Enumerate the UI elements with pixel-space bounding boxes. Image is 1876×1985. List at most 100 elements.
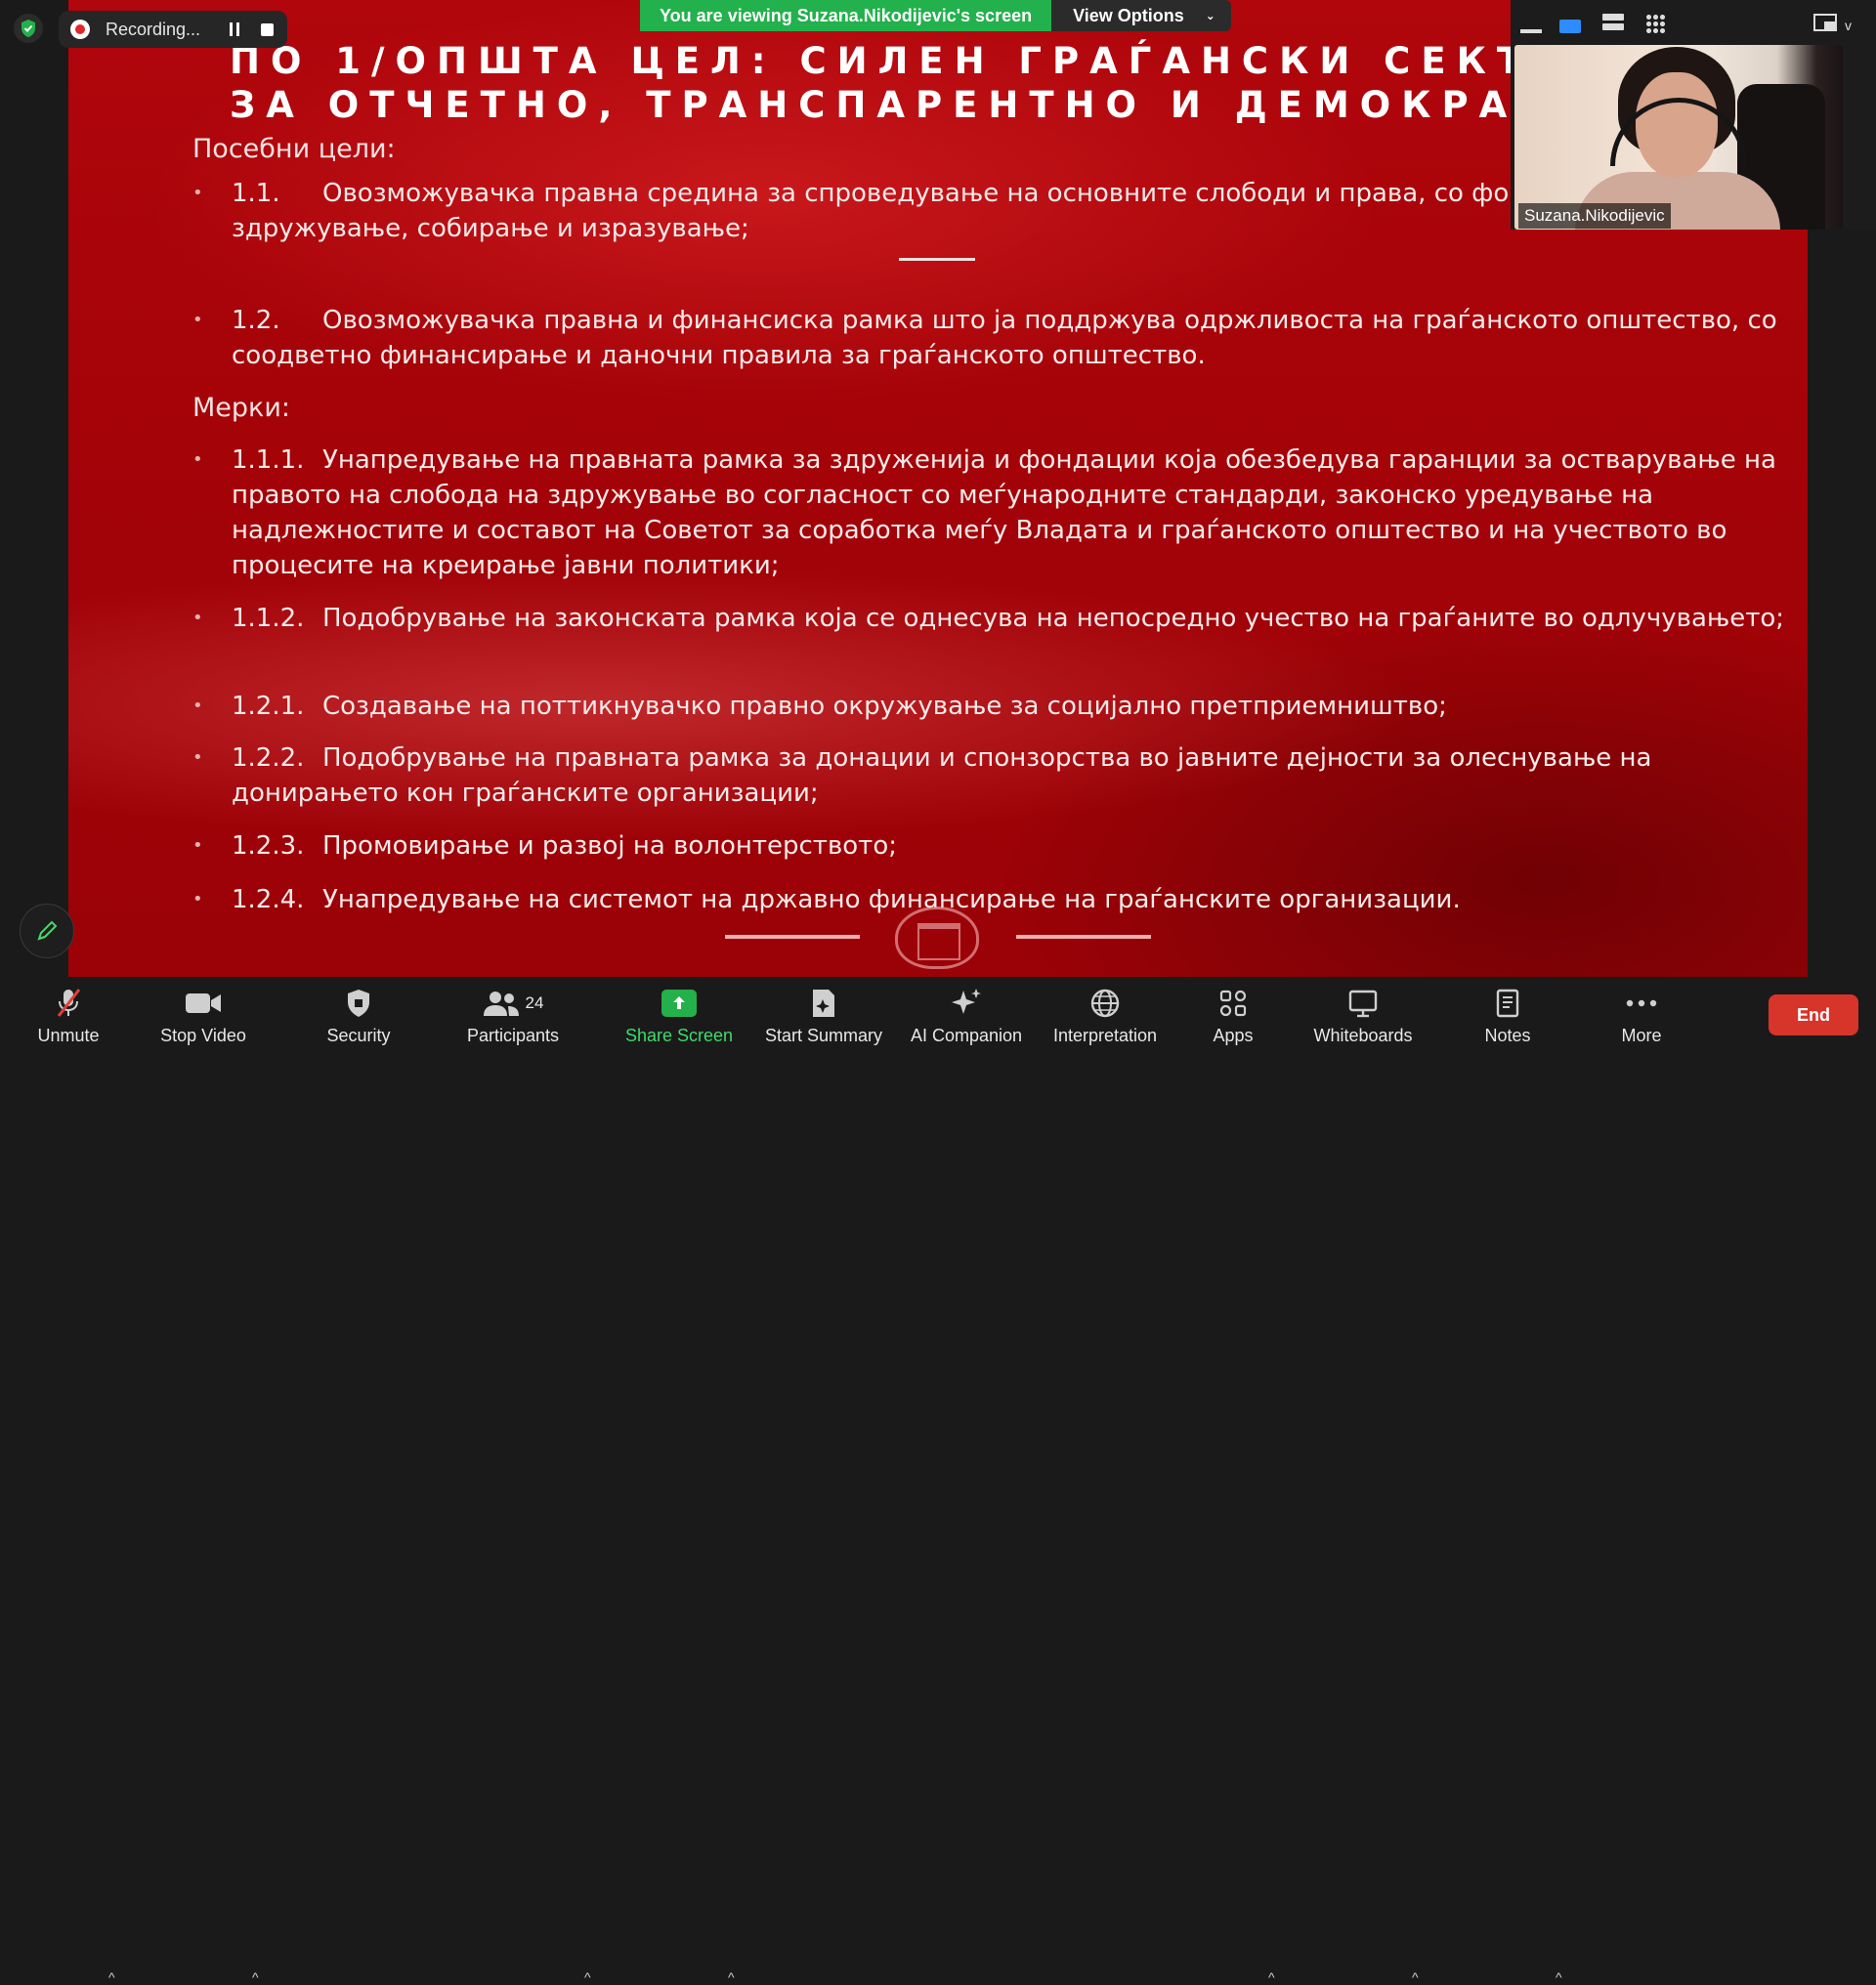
bullet-icon: • xyxy=(192,835,203,856)
measure-item: • 1.1.2. Подобрување на законската рамка… xyxy=(192,601,1795,636)
measure-item: • 1.2.3. Промовирање и развој на волонте… xyxy=(192,828,1795,864)
measure-number: 1.2.2. xyxy=(232,743,305,773)
share-screen-icon xyxy=(661,987,697,1020)
bullet-icon: • xyxy=(192,747,203,768)
goal-number: 1.2. xyxy=(232,306,280,335)
measure-number: 1.1.2. xyxy=(232,604,305,633)
apps-icon xyxy=(1218,987,1248,1020)
footer-divider-left xyxy=(725,935,860,939)
start-summary-button[interactable]: Start Summary xyxy=(760,977,887,1055)
video-panel-toolbar: v xyxy=(1511,0,1876,45)
security-button[interactable]: Security xyxy=(310,977,407,1055)
measure-text: Подобрување на законската рамка која се … xyxy=(322,604,1785,633)
unmute-label: Unmute xyxy=(37,1026,100,1045)
view-options-button[interactable]: View Options ⌄ xyxy=(1051,0,1231,31)
apps-label: Apps xyxy=(1213,1026,1254,1045)
participants-icon: 24 xyxy=(479,987,547,1020)
interpretation-button[interactable]: Interpretation xyxy=(1042,977,1169,1055)
stop-video-button[interactable]: Stop Video xyxy=(154,977,252,1055)
sparkle-icon xyxy=(950,987,983,1020)
bullet-icon: • xyxy=(192,696,203,716)
notes-icon xyxy=(1494,987,1521,1020)
microphone-muted-icon xyxy=(54,987,83,1020)
end-meeting-button[interactable]: End xyxy=(1769,994,1858,1035)
unmute-button[interactable]: Unmute xyxy=(20,977,117,1055)
participants-label: Participants xyxy=(466,1026,560,1045)
participant-name-tag: Suzana.Nikodijevic xyxy=(1518,203,1671,229)
share-screen-button[interactable]: Share Screen xyxy=(625,977,733,1055)
view-options-label: View Options xyxy=(1073,6,1184,25)
more-dots-icon xyxy=(1625,987,1658,1020)
globe-icon xyxy=(1089,987,1121,1020)
measure-item: • 1.1.1. Унапредување на правната рамка … xyxy=(192,443,1795,583)
notes-button[interactable]: Notes xyxy=(1459,977,1556,1055)
measure-text: Промовирање и развој на волонтерството; xyxy=(322,831,897,861)
apps-button[interactable]: Apps xyxy=(1184,977,1282,1055)
pause-recording-icon[interactable] xyxy=(230,22,240,36)
measure-item: • 1.2.4. Унапредување на системот на држ… xyxy=(192,882,1795,917)
footer-divider-right xyxy=(1016,935,1151,939)
bullet-icon: • xyxy=(192,310,203,330)
notes-options-caret-icon[interactable]: ^ xyxy=(1556,1969,1562,1985)
measure-item: • 1.2.1. Создавање на поттикнувачко прав… xyxy=(192,689,1795,724)
record-icon xyxy=(70,20,90,39)
share-screen-label: Share Screen xyxy=(625,1026,734,1045)
participant-video[interactable]: Suzana.Nikodijevic xyxy=(1514,45,1843,230)
apps-options-caret-icon[interactable]: ^ xyxy=(1268,1969,1275,1985)
bullet-icon: • xyxy=(192,608,203,628)
security-label: Security xyxy=(326,1026,391,1045)
gallery-view-icon[interactable] xyxy=(1645,14,1666,34)
video-panel: v Suzana.Nikodijevic xyxy=(1511,0,1876,230)
participants-options-caret-icon[interactable]: ^ xyxy=(584,1969,591,1985)
bullet-icon: • xyxy=(192,889,203,909)
measure-number: 1.2.4. xyxy=(232,885,305,914)
goal-text: Овозможувачка правна и финансиска рамка … xyxy=(232,306,1777,370)
measure-text: Создавање на поттикнувачко правно окружу… xyxy=(322,692,1447,721)
whiteboards-options-caret-icon[interactable]: ^ xyxy=(1412,1969,1419,1985)
meeting-toolbar: Unmute ^ Stop Video ^ Security 24 Partic… xyxy=(0,977,1876,1985)
summary-document-icon xyxy=(810,987,837,1020)
recording-label: Recording... xyxy=(106,19,201,39)
stop-video-label: Stop Video xyxy=(160,1026,246,1045)
goals-heading: Посебни цели: xyxy=(192,134,396,164)
minimize-icon[interactable] xyxy=(1520,29,1542,33)
interpretation-label: Interpretation xyxy=(1052,1026,1158,1045)
participants-count: 24 xyxy=(525,993,544,1012)
layout-icon[interactable] xyxy=(1813,14,1837,31)
participants-button[interactable]: 24 Participants xyxy=(459,977,567,1055)
goal-number: 1.1. xyxy=(232,179,280,208)
stop-recording-icon[interactable] xyxy=(261,22,275,36)
whiteboard-icon xyxy=(1347,987,1379,1020)
chevron-down-icon[interactable]: v xyxy=(1845,18,1852,33)
security-shield-icon[interactable] xyxy=(14,14,43,43)
measure-number: 1.2.1. xyxy=(232,692,305,721)
goal-item: • 1.2. Овозможувачка правна и финансиска… xyxy=(192,303,1795,373)
whiteboards-button[interactable]: Whiteboards xyxy=(1304,977,1422,1055)
measure-number: 1.2.3. xyxy=(232,831,305,861)
measure-number: 1.1.1. xyxy=(232,445,305,475)
start-summary-label: Start Summary xyxy=(764,1026,883,1045)
government-seal-icon xyxy=(895,907,979,969)
ai-companion-button[interactable]: AI Companion xyxy=(903,977,1030,1055)
text-underline-mark xyxy=(899,258,975,261)
stacked-view-icon[interactable] xyxy=(1602,14,1624,31)
share-options-caret-icon[interactable]: ^ xyxy=(728,1969,735,1985)
measure-text: Унапредување на системот на државно фина… xyxy=(322,885,1461,914)
screen-share-banner: You are viewing Suzana.Nikodijevic's scr… xyxy=(640,0,1231,31)
measure-text: Унапредување на правната рамка за здруже… xyxy=(232,445,1776,580)
audio-options-caret-icon[interactable]: ^ xyxy=(108,1969,115,1985)
speaker-view-icon[interactable] xyxy=(1559,20,1581,33)
recording-indicator: Recording... xyxy=(59,11,287,48)
shield-icon xyxy=(345,987,372,1020)
bullet-icon: • xyxy=(192,183,203,203)
chevron-down-icon: ⌄ xyxy=(1205,9,1215,22)
ai-companion-label: AI Companion xyxy=(910,1026,1023,1045)
viewing-screen-label: You are viewing Suzana.Nikodijevic's scr… xyxy=(640,0,1052,31)
more-label: More xyxy=(1621,1026,1662,1045)
measure-text: Подобрување на правната рамка за донации… xyxy=(232,743,1652,808)
video-options-caret-icon[interactable]: ^ xyxy=(252,1969,259,1985)
more-button[interactable]: More xyxy=(1593,977,1690,1055)
bullet-icon: • xyxy=(192,449,203,470)
annotate-pen-icon[interactable] xyxy=(20,904,74,958)
whiteboards-label: Whiteboards xyxy=(1313,1026,1413,1045)
